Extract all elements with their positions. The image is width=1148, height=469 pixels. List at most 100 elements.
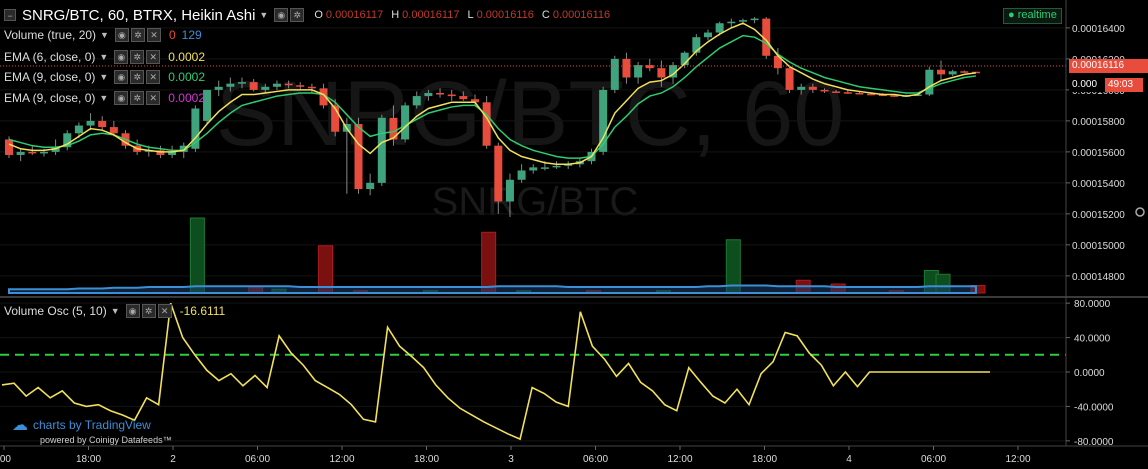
eye-icon[interactable]: ◉ [274,8,289,22]
time-tick-label: 2 [170,454,176,465]
chevron-down-icon[interactable]: ▼ [99,72,108,82]
candle-body [249,82,258,90]
chevron-down-icon[interactable]: ▼ [99,93,108,103]
symbol-title[interactable]: SNRG/BTC, 60, BTRX, Heikin Ashi [22,7,255,24]
candle-body [540,167,549,169]
candle-body [272,83,281,87]
countdown-tag: 49:03 [1105,78,1143,92]
candle-body [797,86,806,90]
legend-volume-osc[interactable]: Volume Osc (5, 10) ▼ ◉ ✲ ✕ -16.6111 [4,302,225,320]
chart-root: SNRG/BTC, 60 SNRG/BTC 0.000164000.000162… [0,0,1148,469]
price-tick-label: 0.00015600 [1072,148,1125,159]
pane-separator[interactable] [0,296,1148,298]
eye-icon[interactable]: ◉ [114,50,129,64]
eye-icon[interactable]: ◉ [114,91,129,105]
candle-body [261,86,270,90]
price-tick-label: 0.00014800 [1072,272,1125,283]
eye-icon[interactable]: ◉ [114,70,129,84]
candle-body [634,65,643,78]
series-header: − SNRG/BTC, 60, BTRX, Heikin Ashi ▼ ◉ ✲ … [4,6,610,24]
time-tick-label: 06:00 [921,454,946,465]
candle-body [238,82,246,84]
candle-body [74,125,83,134]
open-value: 0.00016117 [325,9,384,21]
candle-body [424,92,433,97]
candle-body [622,58,631,78]
scale-settings-icon[interactable] [1135,207,1145,217]
candle-body [366,182,375,190]
realtime-label: realtime [1017,9,1057,21]
time-tick-label: 18:00 [752,454,777,465]
chevron-down-icon[interactable]: ▼ [111,306,120,316]
realtime-badge: ● realtime [1003,8,1062,24]
candle-body [16,151,25,155]
eye-icon[interactable]: ◉ [114,28,129,42]
candle-body [843,92,852,94]
live-dot-icon: ● [1008,9,1015,21]
time-tick-label: :00 [0,454,11,465]
open-label: O [314,9,323,21]
legend-ema-6[interactable]: EMA (6, close, 0) ▼ ◉ ✲ ✕ 0.0002 [4,48,205,66]
candle-body [552,165,561,168]
candle-body [494,145,503,202]
watermark-small: SNRG/BTC [432,180,639,224]
candle-body [529,167,538,171]
secondary-price-tag: 0.000 [1069,78,1109,92]
gear-icon[interactable]: ✲ [130,91,145,105]
legend-label: Volume Osc (5, 10) [4,304,107,318]
chevron-down-icon[interactable]: ▼ [99,52,108,62]
volume-bar [189,217,205,294]
legend-ema-9-magenta[interactable]: EMA (9, close, 0) ▼ ◉ ✲ ✕ 0.0002 [4,89,205,107]
volume-ma-area [8,284,977,294]
candle-body [226,83,235,87]
collapse-icon[interactable]: − [4,9,16,21]
branding-line-2: powered by Coinigy Datafeeds™ [40,435,172,445]
volume-bar [481,231,497,294]
chevron-down-icon[interactable]: ▼ [259,10,268,20]
gear-icon[interactable]: ✲ [130,50,145,64]
close-icon[interactable]: ✕ [146,28,161,42]
candle-body [5,139,13,155]
close-icon[interactable]: ✕ [157,304,172,318]
price-tick-label: 0.00015000 [1072,241,1125,252]
gear-icon[interactable]: ✲ [130,28,145,42]
chevron-down-icon[interactable]: ▼ [100,30,109,40]
candle-body [284,83,293,86]
time-tick-label: 06:00 [245,454,270,465]
close-label: C [541,9,550,21]
legend-value: 129 [181,28,202,42]
osc-tick-label: 0.0000 [1074,368,1105,379]
volume-bar [318,245,334,294]
price-tick-label: 0.00015200 [1072,210,1125,221]
candle-body [855,92,864,95]
time-axis[interactable]: :00 18:00 2 06:00 12:00 18:00 3 06:00 12:00 18:00… [0,446,1031,465]
close-icon[interactable]: ✕ [146,50,161,64]
price-tick-label: 0.00015400 [1072,179,1125,190]
candle-body [28,151,37,154]
osc-scale[interactable]: 80.000040.00000.0000-40.0000-80.0000 [1066,299,1114,448]
close-icon[interactable]: ✕ [146,91,161,105]
time-tick-label: 06:00 [583,454,608,465]
gear-icon[interactable]: ✲ [141,304,156,318]
eye-icon[interactable]: ◉ [125,304,140,318]
close-icon[interactable]: ✕ [146,70,161,84]
legend-volume[interactable]: Volume (true, 20) ▼ ◉ ✲ ✕ 0 129 [4,26,202,44]
candle-body [447,94,456,97]
gear-icon[interactable]: ✲ [290,8,305,22]
candle-body [517,170,526,180]
candle-body [86,120,95,126]
candle-body [832,91,841,93]
osc-tick-label: -40.0000 [1074,402,1114,413]
candle-body [808,86,817,90]
time-tick-label: 12:00 [329,454,354,465]
candle-body [109,127,118,134]
legend-label: EMA (9, close, 0) [4,91,96,105]
low-label: L [467,9,474,21]
tradingview-branding[interactable]: ☁ charts by TradingView powered by Coini… [12,415,172,445]
time-tick-label: 12:00 [667,454,692,465]
candle-body [436,92,445,95]
legend-ema-9-green[interactable]: EMA (9, close, 0) ▼ ◉ ✲ ✕ 0.0002 [4,68,205,86]
candle-body [354,123,363,190]
high-label: H [391,9,400,21]
gear-icon[interactable]: ✲ [130,70,145,84]
